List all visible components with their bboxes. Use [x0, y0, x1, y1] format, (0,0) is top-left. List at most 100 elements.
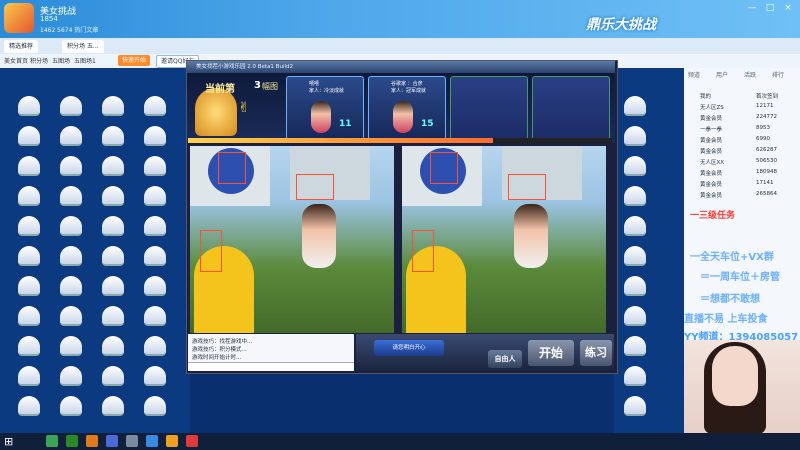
seat-icon[interactable]: [18, 336, 40, 356]
tab-featured[interactable]: 精选推荐: [4, 40, 39, 53]
seat-icon[interactable]: [144, 336, 166, 356]
app-icon[interactable]: [106, 435, 118, 447]
seat-icon[interactable]: [102, 186, 124, 206]
app-icon[interactable]: [126, 435, 138, 447]
practice-button[interactable]: 练习: [580, 340, 612, 366]
start-button[interactable]: 开始: [528, 340, 574, 366]
seat-icon[interactable]: [624, 306, 646, 326]
tab-channel[interactable]: 频道: [688, 70, 700, 79]
breadcrumb-item[interactable]: 五图场: [52, 56, 70, 65]
seat-icon[interactable]: [144, 396, 166, 416]
channel-avatar[interactable]: [4, 3, 34, 33]
seat-icon[interactable]: [144, 306, 166, 326]
seat-icon[interactable]: [18, 276, 40, 296]
breadcrumb-item[interactable]: 五图场1: [74, 56, 96, 65]
seat-icon[interactable]: [624, 396, 646, 416]
seat-icon[interactable]: [102, 126, 124, 146]
seat-icon[interactable]: [624, 156, 646, 176]
seat-icon[interactable]: [18, 186, 40, 206]
tab-users[interactable]: 用户: [716, 70, 728, 79]
seat-icon[interactable]: [60, 276, 82, 296]
seat-icon[interactable]: [18, 396, 40, 416]
seat-icon[interactable]: [102, 336, 124, 356]
seat-icon[interactable]: [60, 246, 82, 266]
seat-icon[interactable]: [102, 156, 124, 176]
user-row-name[interactable]: 黄金会员: [700, 191, 722, 199]
seat-icon[interactable]: [624, 366, 646, 386]
chat-input[interactable]: [188, 362, 354, 371]
app-icon[interactable]: [66, 435, 78, 447]
seat-icon[interactable]: [102, 276, 124, 296]
tab-points-room[interactable]: 积分场 五...: [62, 40, 104, 53]
empty-player-slot[interactable]: [532, 76, 610, 140]
user-row-name[interactable]: 无人区XX: [700, 158, 724, 166]
user-row-value: 180948: [756, 169, 777, 175]
seat-icon[interactable]: [144, 96, 166, 116]
spot-image-right[interactable]: [402, 146, 606, 333]
windows-start-icon[interactable]: ⊞: [4, 435, 13, 448]
seat-icon[interactable]: [144, 276, 166, 296]
app-icon[interactable]: [86, 435, 98, 447]
seat-icon[interactable]: [18, 216, 40, 236]
seat-icon[interactable]: [102, 366, 124, 386]
seat-icon[interactable]: [60, 336, 82, 356]
tab-rank[interactable]: 排行: [772, 70, 784, 79]
close-button[interactable]: ×: [782, 3, 794, 13]
user-row-name[interactable]: 无人区ZS: [700, 103, 724, 111]
quick-start-button[interactable]: 快速开始: [118, 55, 151, 66]
player-card[interactable]: 嘻嘻 家人：冷淡成就 11: [286, 76, 364, 140]
seat-icon[interactable]: [60, 366, 82, 386]
seat-icon[interactable]: [18, 126, 40, 146]
app-icon[interactable]: [46, 435, 58, 447]
app-icon[interactable]: [146, 435, 158, 447]
seat-icon[interactable]: [60, 186, 82, 206]
user-row-name[interactable]: 黄金会员: [700, 180, 722, 188]
app-icon[interactable]: [166, 435, 178, 447]
seat-icon[interactable]: [144, 186, 166, 206]
spot-image-left[interactable]: [190, 146, 394, 333]
seat-icon[interactable]: [18, 246, 40, 266]
breadcrumb-item[interactable]: 积分场: [30, 56, 48, 65]
minimize-button[interactable]: —: [746, 3, 758, 13]
user-row-name[interactable]: 一拳一拳: [700, 125, 722, 133]
seat-icon[interactable]: [102, 396, 124, 416]
tab-active[interactable]: 活跃: [744, 70, 756, 79]
maximize-button[interactable]: □: [764, 3, 776, 13]
seat-icon[interactable]: [60, 156, 82, 176]
seat-icon[interactable]: [624, 246, 646, 266]
seat-icon[interactable]: [102, 96, 124, 116]
seat-icon[interactable]: [624, 126, 646, 146]
seat-icon[interactable]: [60, 126, 82, 146]
seat-icon[interactable]: [60, 216, 82, 236]
seat-icon[interactable]: [624, 276, 646, 296]
seat-icon[interactable]: [60, 306, 82, 326]
seat-icon[interactable]: [60, 96, 82, 116]
seat-icon[interactable]: [60, 396, 82, 416]
user-row-name[interactable]: 我的: [700, 92, 711, 100]
empty-player-slot[interactable]: [450, 76, 528, 140]
seat-icon[interactable]: [18, 306, 40, 326]
seat-icon[interactable]: [102, 246, 124, 266]
seat-icon[interactable]: [624, 336, 646, 356]
user-row-name[interactable]: 黄金会员: [700, 147, 722, 155]
seat-icon[interactable]: [144, 156, 166, 176]
breadcrumb-item[interactable]: 美女首页: [4, 56, 28, 65]
seat-icon[interactable]: [624, 186, 646, 206]
seat-icon[interactable]: [144, 366, 166, 386]
seat-icon[interactable]: [624, 216, 646, 236]
seat-icon[interactable]: [18, 366, 40, 386]
user-row-name[interactable]: 黄金会员: [700, 114, 722, 122]
user-row-name[interactable]: 黄金会员: [700, 136, 722, 144]
user-row-name[interactable]: 黄金会员: [700, 169, 722, 177]
player-card[interactable]: 谷歌家 ：合彦 家人：冠军成就 15: [368, 76, 446, 140]
free-mode-button[interactable]: 自由人: [488, 350, 522, 368]
seat-icon[interactable]: [102, 216, 124, 236]
seat-icon[interactable]: [18, 156, 40, 176]
seat-icon[interactable]: [144, 216, 166, 236]
seat-icon[interactable]: [102, 306, 124, 326]
seat-icon[interactable]: [18, 96, 40, 116]
app-icon[interactable]: [186, 435, 198, 447]
seat-icon[interactable]: [624, 96, 646, 116]
seat-icon[interactable]: [144, 246, 166, 266]
seat-icon[interactable]: [144, 126, 166, 146]
